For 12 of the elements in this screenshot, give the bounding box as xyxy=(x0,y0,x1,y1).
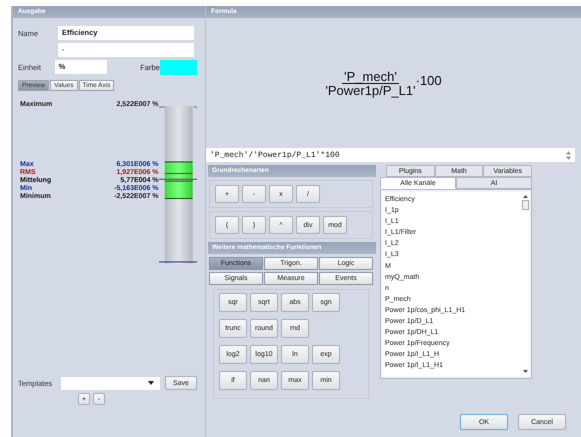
color-swatch[interactable] xyxy=(160,60,197,74)
scroll-up-icon xyxy=(522,195,528,198)
scroll-thumb[interactable] xyxy=(522,200,528,210)
spin-icon xyxy=(566,150,571,160)
templates-dropdown[interactable] xyxy=(60,376,160,390)
formula-denominator: 'Power1p/P_L1' xyxy=(325,84,416,96)
scrollbar[interactable] xyxy=(521,192,529,376)
formula-input[interactable]: 'P_mech'/'Power1p/P_L1'*100 xyxy=(206,148,575,162)
formula-numerator: 'P_mech' xyxy=(342,70,399,84)
formula-factor: ·100 xyxy=(416,72,442,88)
dropdown-arrow-icon xyxy=(148,381,154,385)
scroll-down-icon xyxy=(522,370,528,373)
